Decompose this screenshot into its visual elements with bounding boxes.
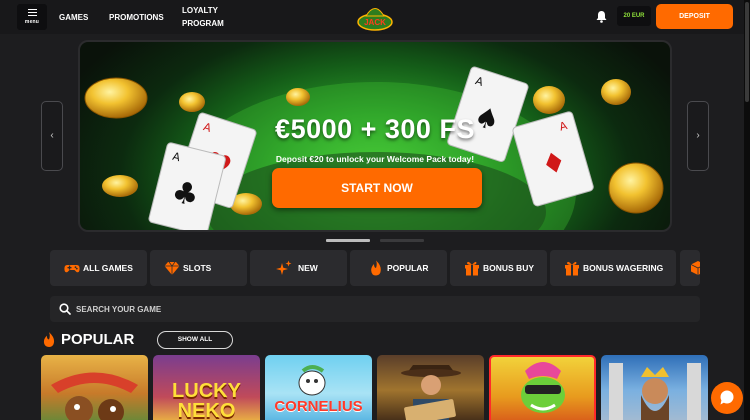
gift-icon — [565, 261, 579, 276]
category-more[interactable] — [680, 250, 700, 286]
nav-loyalty-line1: LOYALTY — [182, 6, 219, 15]
category-new[interactable]: NEW — [250, 250, 347, 286]
game-tile[interactable] — [377, 355, 484, 420]
category-bonus-buy[interactable]: BONUS BUY — [450, 250, 547, 286]
search-icon — [59, 303, 71, 315]
game-thumbnail — [401, 365, 461, 420]
game-thumbnail — [609, 363, 701, 420]
category-label: POPULAR — [387, 263, 429, 273]
nav-loyalty[interactable]: LOYALTY PROGRAM — [182, 4, 224, 30]
banner-next-button[interactable]: › — [687, 101, 709, 171]
popular-heading: POPULAR — [61, 331, 135, 348]
chat-bubble-icon — [720, 390, 734, 405]
game-thumbnail — [51, 372, 138, 420]
hero-subtitle: Deposit €20 to unlock your Welcome Pack … — [275, 154, 475, 164]
live-chat-button[interactable] — [711, 382, 743, 414]
nav-loyalty-line2: PROGRAM — [182, 19, 224, 28]
logo-text: JACK — [364, 18, 386, 27]
game-search — [50, 296, 700, 322]
category-bonus-wagering[interactable]: BONUS WAGERING — [550, 250, 676, 286]
category-label: BONUS WAGERING — [583, 263, 664, 273]
start-now-button[interactable]: START NOW — [272, 168, 482, 208]
hero-title: €5000 + 300 FS — [275, 114, 475, 144]
deposit-button[interactable]: DEPOSIT — [656, 4, 733, 29]
category-label: NEW — [298, 263, 318, 273]
nav-promotions[interactable]: PROMOTIONS — [109, 11, 164, 24]
flame-icon — [371, 260, 381, 276]
category-label: BONUS BUY — [483, 263, 535, 273]
game-title: LUCKY NEKO — [172, 380, 241, 420]
nav-games[interactable]: GAMES — [59, 11, 88, 24]
category-label: ALL GAMES — [83, 263, 133, 273]
brand-logo[interactable]: JACK — [356, 3, 394, 32]
search-input[interactable] — [76, 296, 676, 322]
game-tile[interactable] — [41, 355, 148, 420]
top-header: menu GAMES PROMOTIONS LOYALTY PROGRAM JA… — [0, 0, 750, 34]
bell-icon[interactable] — [595, 10, 608, 23]
game-title: CORNELIUS — [274, 398, 363, 415]
category-popular[interactable]: POPULAR — [350, 250, 447, 286]
category-all-games[interactable]: ALL GAMES — [50, 250, 147, 286]
gift-icon — [465, 261, 479, 276]
category-label: SLOTS — [183, 263, 212, 273]
menu-label: menu — [24, 19, 40, 25]
menu-button[interactable]: menu — [17, 4, 47, 30]
diamond-icon — [164, 261, 180, 275]
game-tile-cornelius[interactable]: CORNELIUS — [265, 355, 372, 420]
slide-indicator[interactable] — [380, 239, 424, 242]
show-all-button[interactable]: SHOW ALL — [157, 331, 233, 349]
game-tile-lucky-neko[interactable]: LUCKY NEKO — [153, 355, 260, 420]
chevron-left-icon: ‹ — [50, 130, 54, 141]
gamepad-icon — [64, 265, 80, 273]
balance-display[interactable]: 20 EUR — [617, 6, 651, 26]
game-thumbnail — [521, 362, 565, 413]
banner-prev-button[interactable]: ‹ — [41, 101, 63, 171]
category-slots[interactable]: SLOTS — [150, 250, 247, 286]
chevron-right-icon: › — [696, 130, 700, 141]
game-tile[interactable] — [489, 355, 596, 420]
scrollbar-thumb[interactable] — [745, 2, 749, 102]
hamburger-icon — [27, 9, 37, 16]
sparkle-icon — [276, 260, 292, 275]
slide-indicator-active[interactable] — [326, 239, 370, 242]
flame-icon — [43, 332, 55, 347]
hero-banner[interactable]: A ♥ A ♣ A ♠ A ♦ €5000 + 300 FS Deposit €… — [78, 40, 672, 232]
game-tile[interactable] — [601, 355, 708, 420]
cube-icon — [690, 261, 700, 275]
